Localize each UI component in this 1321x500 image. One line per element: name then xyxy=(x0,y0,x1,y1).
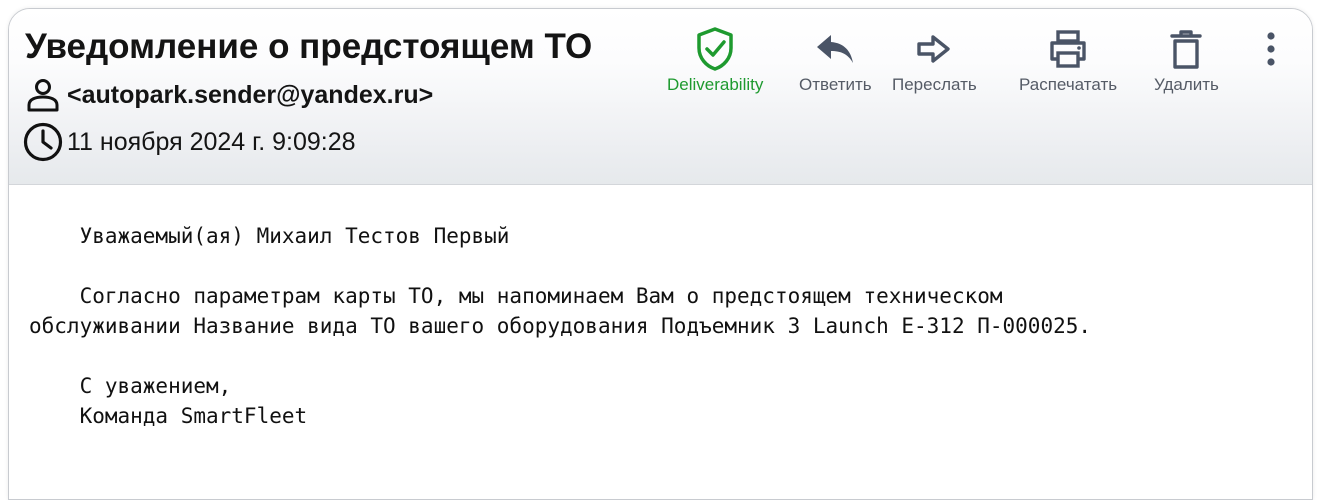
email-subject: Уведомление о предстоящем ТО xyxy=(25,27,593,66)
print-button[interactable]: Распечатать xyxy=(1019,25,1117,95)
email-date: 11 ноября 2024 г. 9:09:28 xyxy=(67,127,356,156)
email-body: Уважаемый(ая) Михаил Тестов Первый Согла… xyxy=(29,224,1092,428)
sender-row: <autopark.sender@yandex.ru> xyxy=(23,75,433,115)
delete-button[interactable]: Удалить xyxy=(1154,25,1219,95)
person-icon xyxy=(23,75,63,115)
forward-label: Переслать xyxy=(892,75,977,94)
delete-label: Удалить xyxy=(1154,75,1219,94)
forward-arrow-icon xyxy=(916,25,952,73)
more-vertical-icon xyxy=(1266,31,1276,72)
shield-check-icon xyxy=(695,25,735,73)
email-header: Уведомление о предстоящем ТО <autopark.s… xyxy=(9,9,1312,185)
sender-address[interactable]: <autopark.sender@yandex.ru> xyxy=(67,81,433,110)
deliverability-button[interactable]: Deliverability xyxy=(667,25,763,95)
more-options-button[interactable] xyxy=(1259,31,1283,71)
email-window: Уведомление о предстоящем ТО <autopark.s… xyxy=(8,8,1313,500)
printer-icon xyxy=(1047,25,1089,73)
clock-icon xyxy=(23,122,63,162)
print-label: Распечатать xyxy=(1019,75,1118,94)
reply-button[interactable]: Ответить xyxy=(799,25,872,95)
deliverability-label: Deliverability xyxy=(667,75,764,94)
reply-arrow-icon xyxy=(815,25,855,73)
forward-button[interactable]: Переслать xyxy=(892,25,977,95)
reply-label: Ответить xyxy=(799,75,872,94)
trash-icon xyxy=(1169,25,1203,73)
date-row: 11 ноября 2024 г. 9:09:28 xyxy=(23,122,356,162)
